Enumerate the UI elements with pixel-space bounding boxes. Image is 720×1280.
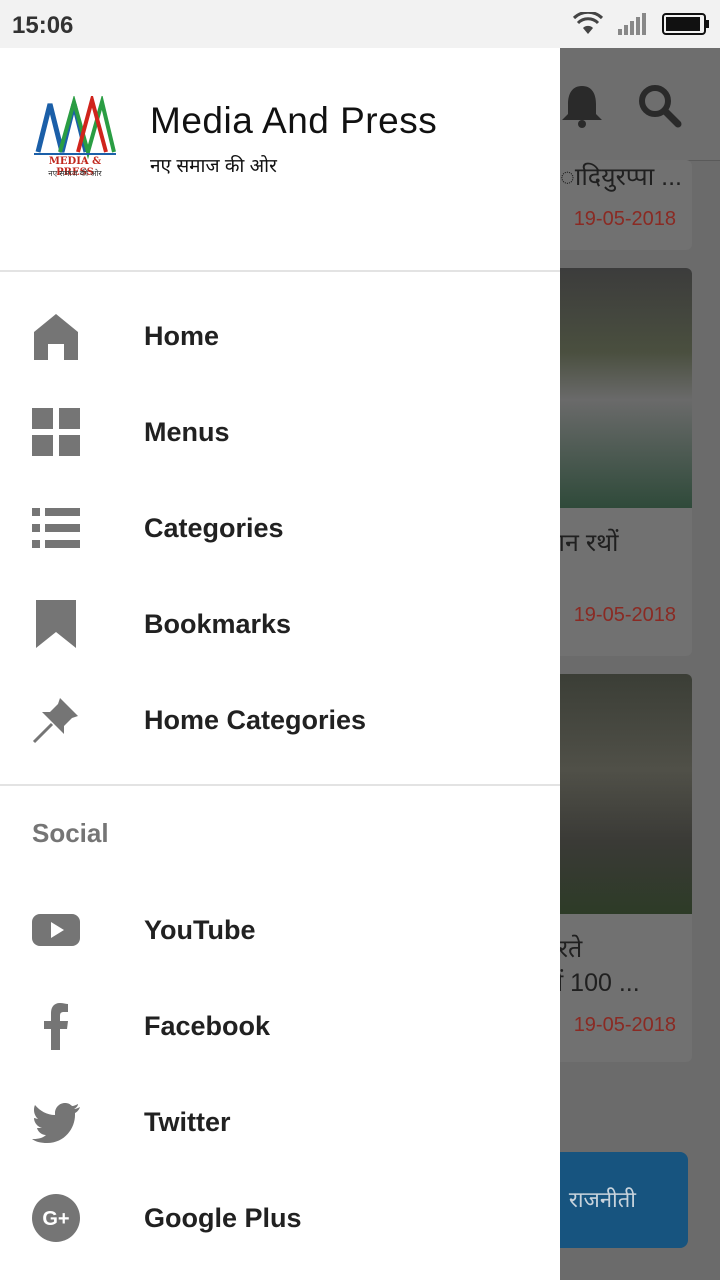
status-icons bbox=[572, 10, 710, 38]
menu-item-menus[interactable]: Menus bbox=[0, 384, 560, 480]
wifi-icon bbox=[572, 12, 604, 34]
logo-subcaption: नए समाज की ओर bbox=[48, 169, 102, 178]
menu-item-label: Home bbox=[144, 321, 220, 351]
home-icon bbox=[34, 314, 78, 360]
search-icon[interactable] bbox=[636, 82, 682, 128]
signal-icon bbox=[618, 13, 646, 35]
social-item-label: Facebook bbox=[144, 1011, 271, 1041]
app-name: Media And Press bbox=[150, 100, 438, 141]
drawer-menu: Home Menus Categories Bookmarks Home Cat… bbox=[0, 288, 560, 768]
menu-item-label: Bookmarks bbox=[144, 609, 292, 639]
twitter-icon bbox=[32, 1103, 80, 1143]
status-time: 15:06 bbox=[12, 12, 74, 39]
social-item-google-plus[interactable]: G+ Google Plus bbox=[0, 1170, 560, 1266]
menu-item-label: Categories bbox=[144, 513, 284, 543]
facebook-icon bbox=[44, 1003, 68, 1050]
list-icon bbox=[32, 508, 80, 548]
svg-text:G+: G+ bbox=[42, 1208, 69, 1230]
bookmark-icon bbox=[36, 600, 76, 648]
social-item-youtube[interactable]: YouTube bbox=[0, 882, 560, 978]
app-tagline: नए समाज की ओर bbox=[150, 156, 277, 177]
menu-item-label: Menus bbox=[144, 417, 230, 447]
pin-icon bbox=[32, 698, 78, 744]
menu-item-label: Home Categories bbox=[144, 705, 367, 735]
social-item-facebook[interactable]: Facebook bbox=[0, 978, 560, 1074]
social-item-label: Twitter bbox=[144, 1107, 231, 1137]
social-section-title: Social bbox=[32, 818, 109, 848]
menu-item-home[interactable]: Home bbox=[0, 288, 560, 384]
bell-icon[interactable] bbox=[560, 82, 604, 128]
divider bbox=[0, 784, 560, 786]
social-menu: YouTube Facebook Twitter G+ Google Plus bbox=[0, 882, 560, 1266]
social-item-label: Google Plus bbox=[144, 1203, 302, 1233]
menu-item-categories[interactable]: Categories bbox=[0, 480, 560, 576]
drawer-header: MEDIA & PRESS नए समाज की ओर Media And Pr… bbox=[0, 48, 560, 272]
status-bar: 15:06 bbox=[0, 0, 720, 48]
navigation-drawer: MEDIA & PRESS नए समाज की ओर Media And Pr… bbox=[0, 48, 560, 1280]
social-item-twitter[interactable]: Twitter bbox=[0, 1074, 560, 1170]
grid-icon bbox=[32, 408, 80, 456]
menu-item-bookmarks[interactable]: Bookmarks bbox=[0, 576, 560, 672]
youtube-icon bbox=[32, 914, 80, 946]
social-item-label: YouTube bbox=[144, 915, 256, 945]
google-plus-icon: G+ bbox=[32, 1194, 80, 1242]
menu-item-home-categories[interactable]: Home Categories bbox=[0, 672, 560, 768]
battery-icon bbox=[662, 13, 709, 35]
